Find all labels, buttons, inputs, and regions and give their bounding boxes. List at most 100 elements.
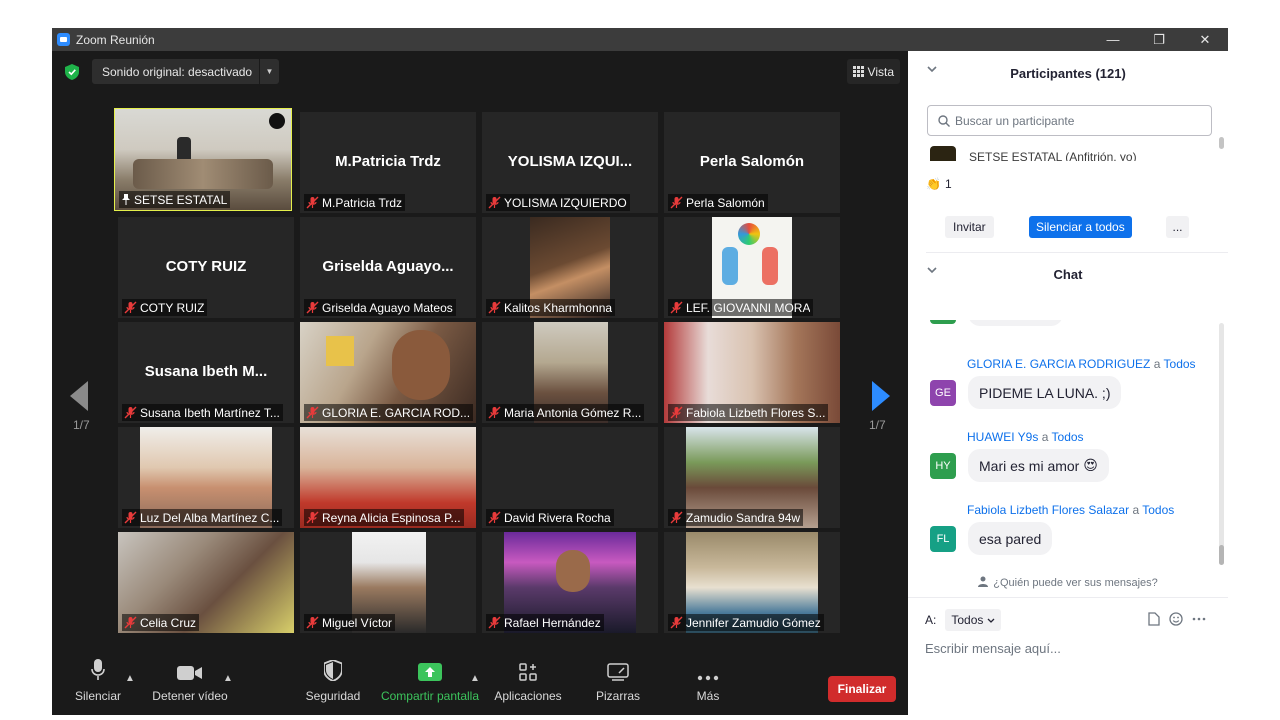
participant-name-label: Maria Antonia Gómez R... <box>486 404 645 421</box>
participant-row-name: SETSE ESTATAL (Anfitrión, yo) <box>969 150 1137 161</box>
video-tile-maria-antonia[interactable]: Maria Antonia Gómez R... <box>482 322 658 423</box>
participants-more-button[interactable]: ... <box>1166 216 1189 238</box>
person-question-icon <box>978 576 989 587</box>
participant-display-name: Griselda Aguayo... <box>322 258 454 275</box>
view-label: Vista <box>867 64 894 79</box>
mute-all-button[interactable]: Silenciar a todos <box>1029 216 1132 238</box>
muted-mic-icon <box>670 301 683 314</box>
participant-search-placeholder: Buscar un participante <box>955 113 1075 128</box>
muted-mic-icon <box>488 301 501 314</box>
clap-count: 1 <box>944 177 952 191</box>
recipient-dropdown[interactable]: Todos <box>945 609 1002 631</box>
video-tile-celia-cruz[interactable]: Celia Cruz <box>118 532 294 633</box>
participant-name-label: YOLISMA IZQUIERDO <box>486 194 630 211</box>
more-button[interactable]: Más <box>688 651 728 715</box>
video-tile-griselda[interactable]: Griselda Aguayo... Griselda Aguayo Mateo… <box>300 217 476 318</box>
video-options-caret[interactable]: ▲ <box>223 673 233 684</box>
view-button[interactable]: Vista <box>846 59 900 84</box>
participants-header: Participantes (121) <box>908 53 1228 93</box>
original-sound-dropdown[interactable]: Sonido original: desactivado ▼ <box>92 59 279 84</box>
who-can-see-messages-link[interactable]: ¿Quién puede ver sus mensajes? <box>908 576 1228 589</box>
encryption-shield-icon[interactable] <box>65 64 79 80</box>
participants-scrollbar[interactable] <box>1219 137 1224 149</box>
security-shield-icon <box>324 660 342 681</box>
video-tile-kalitos[interactable]: Kalitos Kharmhonna <box>482 217 658 318</box>
microphone-icon <box>91 659 105 680</box>
video-tile-reyna[interactable]: Reyna Alicia Espinosa P... <box>300 427 476 528</box>
video-tile-gloria[interactable]: GLORIA E. GARCIA ROD... <box>300 322 476 423</box>
muted-mic-icon <box>306 511 319 524</box>
participant-row-host[interactable]: SETSE ESTATAL (Anfitrión, yo) <box>930 146 1210 161</box>
audio-options-caret[interactable]: ▲ <box>125 673 135 684</box>
video-tile-rafael[interactable]: Rafael Hernández <box>482 532 658 633</box>
video-tile-fabiola[interactable]: Fabiola Lizbeth Flores S... <box>664 322 840 423</box>
chevron-down-icon[interactable]: ▼ <box>260 67 279 76</box>
muted-mic-icon <box>124 616 137 629</box>
heart-eyes-emoji-icon: 😍 <box>1083 457 1098 473</box>
muted-mic-icon <box>306 301 319 314</box>
stop-video-button[interactable]: Detener vídeo <box>148 651 232 715</box>
collapse-chevron-icon[interactable] <box>927 66 937 73</box>
video-tile-david-rivera[interactable]: David Rivera Rocha <box>482 427 658 528</box>
participant-name-label: LEF. GIOVANNI MORA <box>668 299 814 316</box>
participant-name-label: David Rivera Rocha <box>486 509 614 526</box>
avatar: GE <box>930 380 956 406</box>
end-meeting-button[interactable]: Finalizar <box>828 676 896 702</box>
chat-scrollbar[interactable] <box>1219 323 1224 565</box>
close-button[interactable]: ✕ <box>1182 28 1228 51</box>
participant-name-label: COTY RUIZ <box>122 299 208 316</box>
minimize-button[interactable]: — <box>1090 28 1136 51</box>
participant-name-label: SETSE ESTATAL <box>119 191 231 208</box>
video-tile-yolisma[interactable]: YOLISMA IZQUI... YOLISMA IZQUIERDO <box>482 112 658 213</box>
participant-name-label: Jennifer Zamudio Gómez <box>668 614 824 631</box>
share-options-caret[interactable]: ▲ <box>470 673 480 684</box>
chat-bubble: Mari es mi amor 😍 <box>968 449 1109 482</box>
participant-name-label: Miguel Víctor <box>304 614 396 631</box>
collapse-chevron-icon[interactable] <box>927 267 937 274</box>
video-tile-coty-ruiz[interactable]: COTY RUIZ COTY RUIZ <box>118 217 294 318</box>
muted-mic-icon <box>124 301 137 314</box>
clap-icon: 👏 <box>926 177 941 191</box>
more-options-icon[interactable] <box>1192 617 1206 621</box>
muted-mic-icon <box>488 196 501 209</box>
whiteboards-button[interactable]: Pizarras <box>592 651 644 715</box>
security-button[interactable]: Seguridad <box>302 651 364 715</box>
chat-message-input[interactable] <box>925 641 1215 656</box>
chat-header: Chat <box>908 254 1228 294</box>
participant-name-label: Griselda Aguayo Mateos <box>304 299 456 316</box>
mute-button[interactable]: Silenciar <box>72 651 124 715</box>
share-screen-button[interactable]: Compartir pantalla <box>378 651 482 715</box>
file-icon[interactable] <box>1148 612 1160 626</box>
video-tile-m-patricia[interactable]: M.Patricia Trdz M.Patricia Trdz <box>300 112 476 213</box>
divider <box>926 252 1228 253</box>
chat-bubble: esa pared <box>968 522 1053 555</box>
video-tile-giovanni[interactable]: LEF. GIOVANNI MORA <box>664 217 840 318</box>
muted-mic-icon <box>488 511 501 524</box>
video-tile-jennifer[interactable]: Jennifer Zamudio Gómez <box>664 532 840 633</box>
meeting-area: Sonido original: desactivado ▼ Vista SET… <box>52 51 908 715</box>
participant-name-label: Fabiola Lizbeth Flores S... <box>668 404 829 421</box>
muted-mic-icon <box>488 616 501 629</box>
zoom-app-icon <box>57 33 70 46</box>
video-tile-perla[interactable]: Perla Salomón Perla Salomón <box>664 112 840 213</box>
video-tile-susana[interactable]: Susana Ibeth M... Susana Ibeth Martínez … <box>118 322 294 423</box>
invite-button[interactable]: Invitar <box>945 216 994 238</box>
previous-page-arrow-icon[interactable] <box>70 381 88 411</box>
video-tile-miguel-victor[interactable]: Miguel Víctor <box>300 532 476 633</box>
participant-name-label: Celia Cruz <box>122 614 200 631</box>
chat-title: Chat <box>1053 266 1083 282</box>
muted-mic-icon <box>124 406 137 419</box>
video-tile-luz-del-alba[interactable]: Luz Del Alba Martínez C... <box>118 427 294 528</box>
muted-mic-icon <box>306 406 319 419</box>
video-tile-setse-estatal[interactable]: SETSE ESTATAL <box>114 108 292 211</box>
apps-button[interactable]: Aplicaciones <box>492 651 564 715</box>
participant-search-box[interactable]: Buscar un participante <box>927 105 1212 136</box>
restore-button[interactable]: ❐ <box>1136 28 1182 51</box>
participant-display-name: YOLISMA IZQUI... <box>507 153 633 170</box>
emoji-icon[interactable] <box>1169 612 1183 626</box>
video-tile-zamudio-sandra[interactable]: Zamudio Sandra 94w <box>664 427 840 528</box>
participant-name-label: M.Patricia Trdz <box>304 194 406 211</box>
next-page-arrow-icon[interactable] <box>872 381 890 411</box>
chat-sender-line: HUAWEI Y9s a Todos <box>967 430 1084 444</box>
chat-bubble <box>968 320 1063 326</box>
